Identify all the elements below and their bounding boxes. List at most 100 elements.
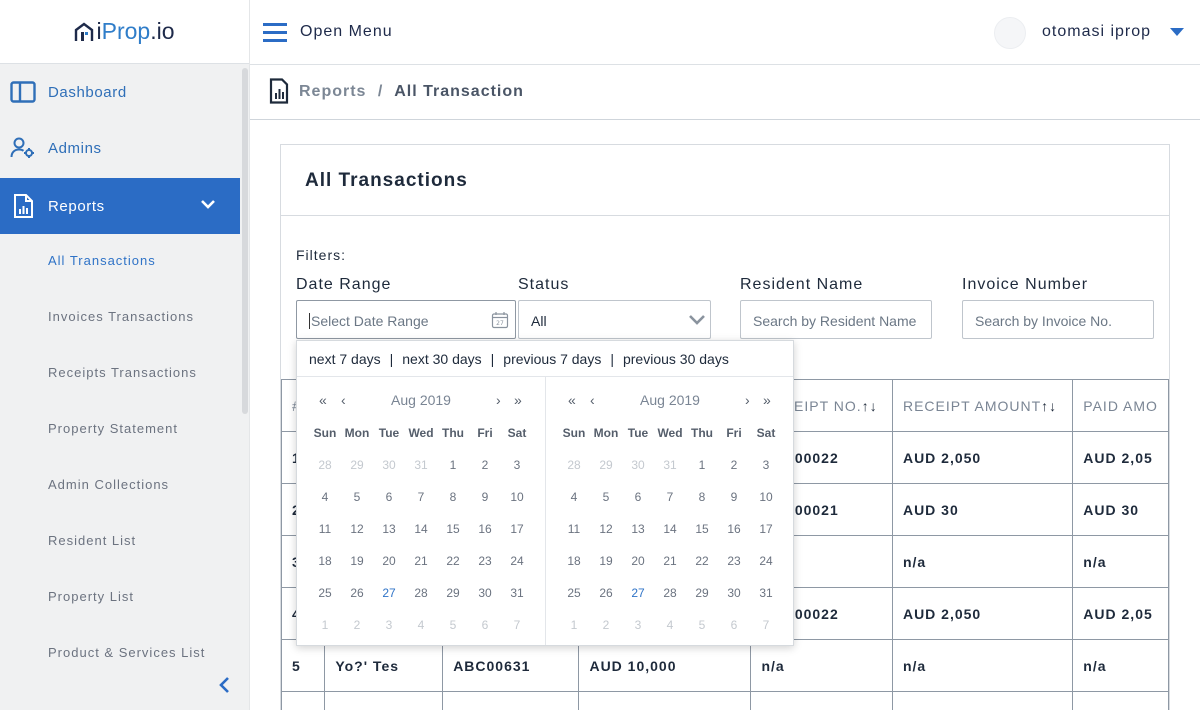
calendar-day[interactable]: 28 (309, 457, 341, 489)
calendar-day[interactable]: 12 (341, 521, 373, 553)
calendar-day[interactable]: 13 (622, 521, 654, 553)
calendar-day[interactable]: 6 (718, 617, 750, 649)
calendar-day[interactable]: 31 (501, 585, 533, 617)
calendar-day[interactable]: 14 (654, 521, 686, 553)
calendar-day[interactable]: 3 (373, 617, 405, 649)
calendar-day[interactable]: 4 (309, 489, 341, 521)
calendar-day[interactable]: 27 (373, 585, 405, 617)
calendar-day[interactable]: 18 (309, 553, 341, 585)
calendar-day[interactable]: 17 (750, 521, 782, 553)
sidebar-sub-invoices-transactions[interactable]: Invoices Transactions (48, 309, 194, 324)
calendar-day[interactable]: 16 (718, 521, 750, 553)
calendar-day[interactable]: 8 (437, 489, 469, 521)
next-month-button[interactable]: › (745, 392, 750, 408)
table-row[interactable]: 6 Yo?' Tes ABC00630 AUD 10,000 n/a n/a n… (280, 691, 1169, 710)
calendar-day[interactable]: 22 (686, 553, 718, 585)
calendar-day[interactable]: 31 (405, 457, 437, 489)
calendar-day[interactable]: 28 (558, 457, 590, 489)
date-range-input[interactable]: Select Date Range 27 (296, 300, 516, 339)
calendar-day[interactable]: 1 (558, 617, 590, 649)
calendar-day[interactable]: 3 (750, 457, 782, 489)
sort-icon[interactable]: ↑↓ (862, 398, 878, 414)
sidebar-sub-admin-collections[interactable]: Admin Collections (48, 477, 169, 492)
calendar-day[interactable]: 29 (590, 457, 622, 489)
calendar-day[interactable]: 17 (501, 521, 533, 553)
calendar-day[interactable]: 13 (373, 521, 405, 553)
hamburger-icon[interactable] (263, 22, 287, 42)
sort-icon[interactable]: ↑↓ (1041, 398, 1057, 414)
calendar-day[interactable]: 30 (373, 457, 405, 489)
calendar-day[interactable]: 18 (558, 553, 590, 585)
breadcrumb-parent[interactable]: Reports (299, 83, 366, 100)
calendar-day[interactable]: 11 (558, 521, 590, 553)
calendar-day[interactable]: 28 (405, 585, 437, 617)
calendar-day[interactable]: 20 (622, 553, 654, 585)
calendar-day[interactable]: 5 (437, 617, 469, 649)
preset-next-7-days[interactable]: next 7 days (309, 351, 381, 367)
status-select[interactable]: All (518, 300, 711, 339)
sidebar-item-admins[interactable]: Admins (0, 120, 240, 176)
calendar-day[interactable]: 2 (341, 617, 373, 649)
invoice-number-input[interactable]: Search by Invoice No. (962, 300, 1154, 339)
calendar-day[interactable]: 27 (622, 585, 654, 617)
calendar-day[interactable]: 14 (405, 521, 437, 553)
calendar-day[interactable]: 10 (750, 489, 782, 521)
calendar-day[interactable]: 25 (309, 585, 341, 617)
calendar-day[interactable]: 26 (341, 585, 373, 617)
preset-previous-7-days[interactable]: previous 7 days (503, 351, 601, 367)
calendar-day[interactable]: 3 (622, 617, 654, 649)
calendar-day[interactable]: 9 (469, 489, 501, 521)
calendar-day[interactable]: 8 (686, 489, 718, 521)
resident-name-input[interactable]: Search by Resident Name (740, 300, 932, 339)
calendar-day[interactable]: 1 (686, 457, 718, 489)
calendar-day[interactable]: 10 (501, 489, 533, 521)
calendar-day[interactable]: 23 (469, 553, 501, 585)
calendar-day[interactable]: 2 (718, 457, 750, 489)
calendar-day[interactable]: 19 (341, 553, 373, 585)
calendar-day[interactable]: 28 (654, 585, 686, 617)
sidebar-sub-property-statement[interactable]: Property Statement (48, 421, 178, 436)
calendar-day[interactable]: 19 (590, 553, 622, 585)
next-year-button[interactable]: » (514, 392, 522, 408)
calendar-day[interactable]: 1 (309, 617, 341, 649)
avatar[interactable] (994, 17, 1026, 49)
calendar-day[interactable]: 31 (750, 585, 782, 617)
calendar-day[interactable]: 29 (686, 585, 718, 617)
calendar-day[interactable]: 29 (437, 585, 469, 617)
calendar-day[interactable]: 29 (341, 457, 373, 489)
preset-previous-30-days[interactable]: previous 30 days (623, 351, 729, 367)
calendar-day[interactable]: 7 (654, 489, 686, 521)
calendar-day[interactable]: 3 (501, 457, 533, 489)
calendar-day[interactable]: 5 (341, 489, 373, 521)
calendar-day[interactable]: 4 (654, 617, 686, 649)
calendar-day[interactable]: 24 (501, 553, 533, 585)
calendar-day[interactable]: 25 (558, 585, 590, 617)
calendar-day[interactable]: 6 (469, 617, 501, 649)
calendar-day[interactable]: 15 (686, 521, 718, 553)
calendar-day[interactable]: 11 (309, 521, 341, 553)
next-month-button[interactable]: › (496, 392, 501, 408)
calendar-day[interactable]: 30 (469, 585, 501, 617)
chevron-left-icon[interactable] (218, 676, 232, 694)
next-year-button[interactable]: » (763, 392, 771, 408)
sidebar-item-reports[interactable]: Reports (0, 178, 240, 234)
sidebar-sub-resident-list[interactable]: Resident List (48, 533, 136, 548)
calendar-day[interactable]: 21 (654, 553, 686, 585)
user-name[interactable]: otomasi iprop (1042, 23, 1151, 41)
calendar-day[interactable]: 16 (469, 521, 501, 553)
column-header-receipt-amount[interactable]: RECEIPT AMOUNT↑↓ (891, 379, 1074, 432)
caret-down-icon[interactable] (1170, 28, 1184, 36)
open-menu-button[interactable]: Open Menu (300, 23, 393, 41)
calendar-day[interactable]: 31 (654, 457, 686, 489)
sidebar-scrollbar[interactable] (242, 68, 248, 414)
calendar-day[interactable]: 9 (718, 489, 750, 521)
calendar-day[interactable]: 30 (622, 457, 654, 489)
sidebar-sub-property-list[interactable]: Property List (48, 589, 134, 604)
calendar-day[interactable]: 5 (686, 617, 718, 649)
sidebar-item-dashboard[interactable]: Dashboard (0, 64, 240, 120)
calendar-day[interactable]: 4 (405, 617, 437, 649)
calendar-day[interactable]: 24 (750, 553, 782, 585)
calendar-day[interactable]: 21 (405, 553, 437, 585)
calendar-day[interactable]: 15 (437, 521, 469, 553)
calendar-day[interactable]: 20 (373, 553, 405, 585)
